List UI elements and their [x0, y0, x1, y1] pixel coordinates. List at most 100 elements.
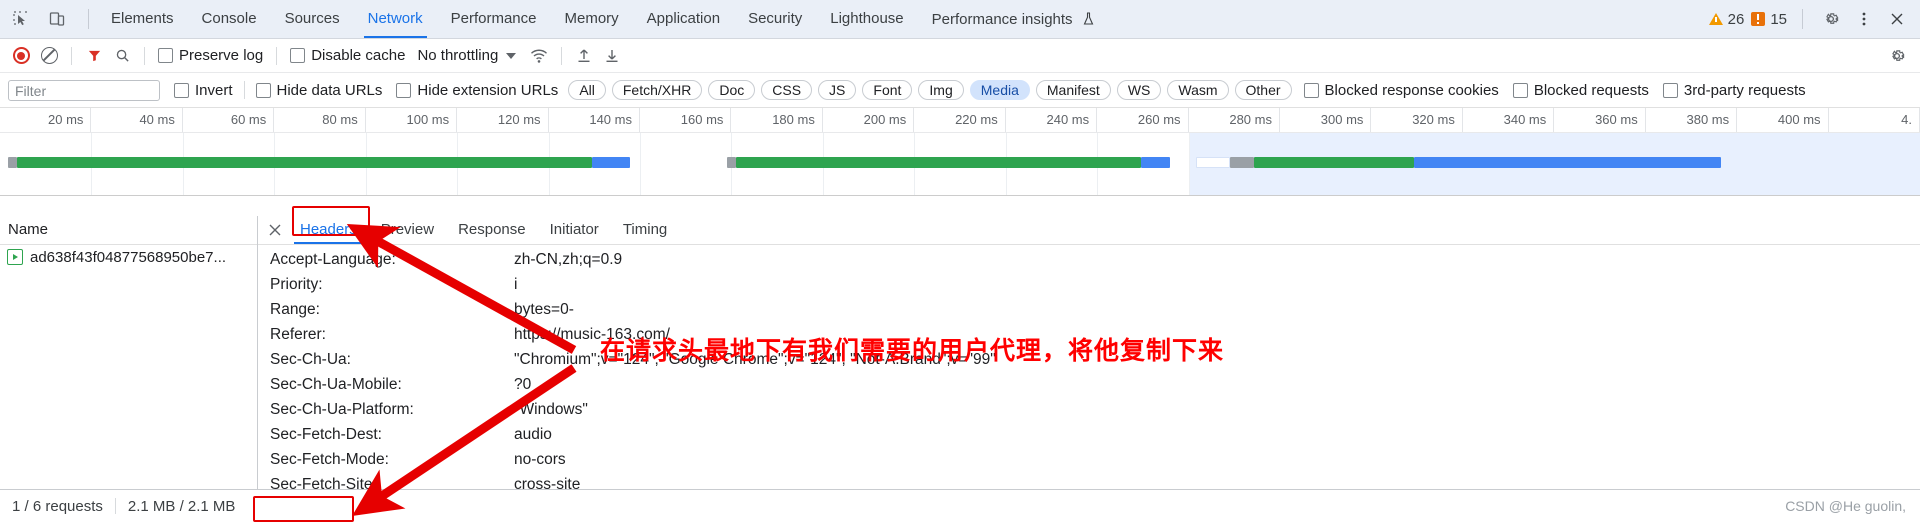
disable-cache-checkbox[interactable]: Disable cache — [290, 47, 405, 64]
chip-fetch-xhr[interactable]: Fetch/XHR — [611, 80, 703, 100]
header-name[interactable]: Referer: — [258, 326, 514, 344]
chip-font[interactable]: Font — [862, 80, 913, 100]
header-value[interactable]: audio — [514, 426, 552, 444]
header-row[interactable]: Referer: https://music-163.com/ — [258, 322, 1920, 347]
tab-elements[interactable]: Elements — [97, 0, 188, 38]
blocked-response-cookies-checkbox[interactable]: Blocked response cookies — [1303, 82, 1499, 99]
header-value[interactable]: zh-CN,zh;q=0.9 — [514, 251, 622, 269]
close-icon[interactable] — [1884, 6, 1910, 32]
header-name[interactable]: Range: — [258, 301, 514, 319]
tab-preview-label: Preview — [380, 221, 435, 238]
hide-extension-urls-checkbox[interactable]: Hide extension URLs — [396, 82, 558, 99]
chip-img[interactable]: Img — [918, 80, 964, 100]
device-toolbar-icon[interactable] — [44, 6, 70, 32]
search-icon[interactable] — [109, 43, 135, 69]
third-party-requests-label: 3rd-party requests — [1683, 81, 1806, 99]
tab-response[interactable]: Response — [446, 216, 538, 244]
tab-preview[interactable]: Preview — [369, 216, 446, 244]
chip-wasm[interactable]: Wasm — [1167, 80, 1229, 100]
header-row[interactable]: Sec-Fetch-Dest: audio — [258, 422, 1920, 447]
chip-ws[interactable]: WS — [1116, 80, 1162, 100]
header-row[interactable]: Accept-Language: zh-CN,zh;q=0.9 — [258, 247, 1920, 272]
invert-checkbox[interactable]: Invert — [174, 82, 233, 99]
export-har-icon[interactable] — [599, 43, 625, 69]
chip-doc[interactable]: Doc — [708, 80, 756, 100]
record-icon[interactable] — [8, 43, 34, 69]
header-value[interactable]: i — [514, 276, 517, 294]
header-value[interactable]: ?0 — [514, 376, 531, 394]
third-party-requests-checkbox[interactable]: 3rd-party requests — [1662, 81, 1806, 99]
tab-sources[interactable]: Sources — [271, 0, 354, 38]
header-name[interactable]: Sec-Ch-Ua-Mobile: — [258, 376, 514, 394]
tab-lighthouse[interactable]: Lighthouse — [816, 0, 917, 38]
toolbar-divider — [88, 9, 89, 29]
kebab-menu-icon[interactable] — [1851, 6, 1877, 32]
request-headers-list: Accept-Language: zh-CN,zh;q=0.9 Priority… — [258, 245, 1920, 491]
header-value[interactable]: https://music-163.com/ — [514, 326, 670, 344]
header-name[interactable]: Sec-Ch-Ua: — [258, 351, 514, 369]
header-row[interactable]: Range: bytes=0- — [258, 297, 1920, 322]
tab-headers[interactable]: Headers — [288, 216, 369, 244]
timeline-tick: 100 ms — [366, 108, 458, 132]
chip-js[interactable]: JS — [818, 80, 857, 100]
tab-security[interactable]: Security — [734, 0, 816, 38]
chip-all[interactable]: All — [568, 80, 606, 100]
inspect-icon[interactable] — [8, 6, 34, 32]
chip-manifest[interactable]: Manifest — [1035, 80, 1111, 100]
chip-media[interactable]: Media — [969, 80, 1030, 100]
header-name[interactable]: Sec-Ch-Ua-Platform: — [258, 401, 514, 419]
tab-performance[interactable]: Performance — [437, 0, 551, 38]
header-value[interactable]: "Windows" — [514, 401, 588, 419]
tab-sources-label: Sources — [284, 10, 340, 27]
tab-memory[interactable]: Memory — [551, 0, 633, 38]
tab-console[interactable]: Console — [188, 0, 271, 38]
network-settings-gear-icon[interactable] — [1884, 43, 1910, 69]
gear-icon[interactable] — [1818, 6, 1844, 32]
table-row[interactable]: ad638f43f04877568950be7... — [0, 245, 257, 269]
hide-data-urls-checkbox[interactable]: Hide data URLs — [255, 82, 382, 99]
column-header-name[interactable]: Name — [0, 216, 257, 245]
network-conditions-icon[interactable] — [526, 43, 552, 69]
header-row[interactable]: Sec-Ch-Ua-Mobile: ?0 — [258, 372, 1920, 397]
tab-initiator[interactable]: Initiator — [538, 216, 611, 244]
error-square-icon — [1751, 12, 1766, 26]
waterfall-bar-download — [1414, 157, 1721, 168]
header-value[interactable]: bytes=0- — [514, 301, 574, 319]
blocked-requests-checkbox[interactable]: Blocked requests — [1512, 82, 1649, 99]
throttling-select[interactable]: No throttling — [417, 47, 517, 64]
network-status-bar: 1 / 6 requests 2.1 MB / 2.1 MB CSDN @He … — [0, 489, 1920, 522]
checkbox-box — [1512, 82, 1528, 98]
header-row[interactable]: Sec-Fetch-Mode: no-cors — [258, 447, 1920, 472]
tab-network[interactable]: Network — [354, 0, 437, 38]
header-name[interactable]: Sec-Fetch-Mode: — [258, 451, 514, 469]
network-overview-graph[interactable] — [0, 133, 1920, 196]
import-har-icon[interactable] — [571, 43, 597, 69]
header-row[interactable]: Sec-Ch-Ua-Platform: "Windows" — [258, 397, 1920, 422]
header-name[interactable]: Priority: — [258, 276, 514, 294]
filter-input[interactable]: Filter — [8, 79, 160, 101]
filter-funnel-icon[interactable] — [81, 43, 107, 69]
header-row[interactable]: Sec-Ch-Ua: "Chromium";v="124", "Google C… — [258, 347, 1920, 372]
network-toolbar: Preserve log Disable cache No throttling — [0, 39, 1920, 73]
tab-application[interactable]: Application — [633, 0, 734, 38]
tab-performance-insights[interactable]: Performance insights — [918, 0, 1109, 38]
timeline-ruler[interactable]: 20 ms 40 ms 60 ms 80 ms 100 ms 120 ms 140 ms 16… — [0, 108, 1920, 133]
header-value[interactable]: cross-site — [514, 476, 580, 491]
chip-css[interactable]: CSS — [761, 80, 813, 100]
header-name[interactable]: Sec-Fetch-Site: — [258, 476, 514, 491]
preserve-log-checkbox[interactable]: Preserve log — [158, 47, 263, 64]
header-name[interactable]: Sec-Fetch-Dest: — [258, 426, 514, 444]
header-value[interactable]: no-cors — [514, 451, 566, 469]
header-row[interactable]: Sec-Fetch-Site: cross-site — [258, 472, 1920, 491]
close-icon[interactable] — [262, 217, 288, 243]
header-value[interactable]: "Chromium";v="124", "Google Chrome";v="1… — [514, 351, 996, 369]
clear-icon[interactable] — [36, 43, 62, 69]
tab-timing[interactable]: Timing — [611, 216, 679, 244]
error-badge[interactable]: 15 — [1751, 11, 1787, 28]
header-name[interactable]: Accept-Language: — [258, 251, 514, 269]
devtools-window: Elements Console Sources Network Perform… — [0, 0, 1920, 522]
checkbox-box — [290, 48, 306, 63]
header-row[interactable]: Priority: i — [258, 272, 1920, 297]
warning-badge[interactable]: 26 — [1708, 11, 1744, 28]
chip-other[interactable]: Other — [1234, 80, 1292, 100]
